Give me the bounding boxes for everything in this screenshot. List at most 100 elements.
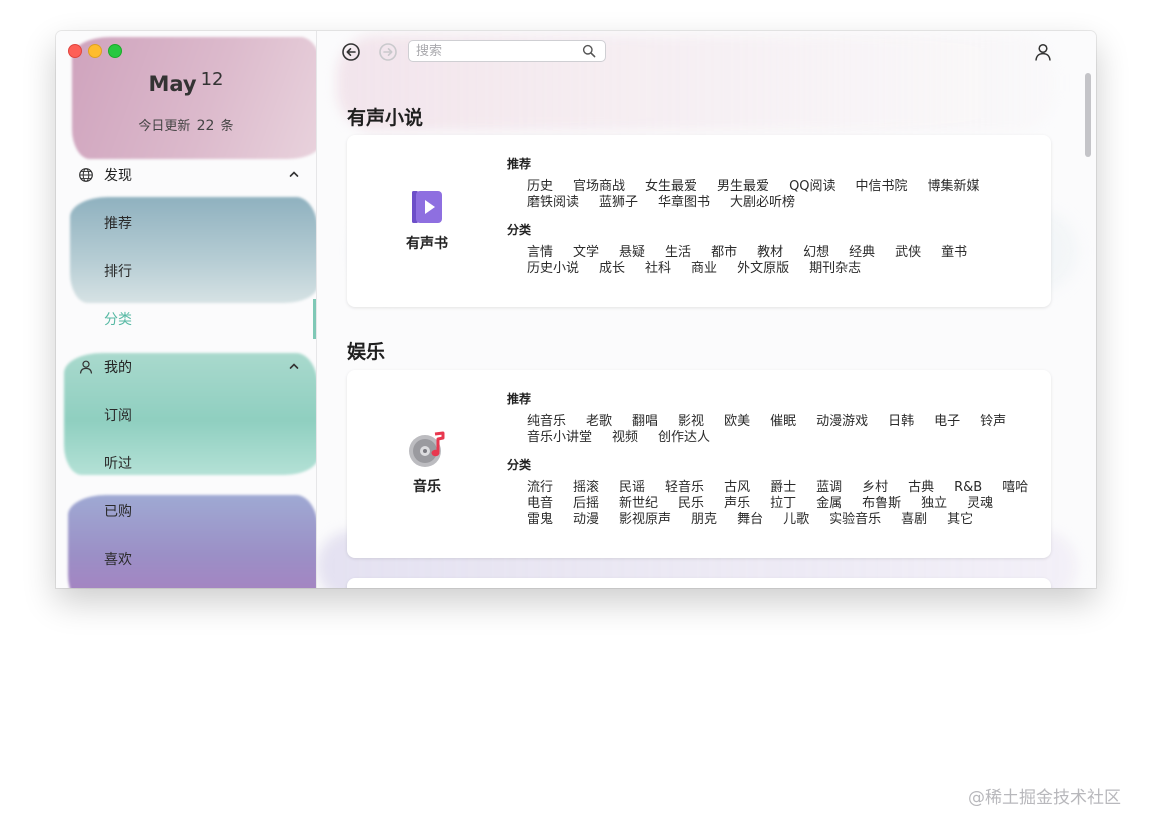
category-tag[interactable]: 实验音乐 [829,512,881,528]
user-icon[interactable] [1033,42,1053,62]
category-tag[interactable]: 影视原声 [619,512,671,528]
close-window-button[interactable] [68,44,82,58]
back-icon[interactable] [341,42,361,62]
app-window: May 12 今日更新 22 条 发现 推荐 排行 分类 我的 订阅 听过 已购… [56,31,1096,588]
category-tag[interactable]: 视频 [612,430,638,446]
vertical-scrollbar[interactable] [1082,73,1093,588]
category-tag[interactable]: 后摇 [573,496,599,512]
category-tag[interactable]: 灵魂 [967,496,993,512]
category-tag[interactable]: 古风 [724,480,750,496]
category-tag[interactable]: 雷鬼 [527,512,553,528]
category-tag[interactable]: 童书 [941,245,967,261]
category-tag[interactable]: 幻想 [803,245,829,261]
update-count: 22 [196,118,215,134]
sidebar-item-category[interactable]: 分类 [104,309,132,329]
category-tag[interactable]: 男生最爱 [717,179,769,195]
category-tag[interactable]: 日韩 [888,414,914,430]
category-tag[interactable]: 欧美 [724,414,750,430]
category-tag[interactable]: 期刊杂志 [809,261,861,277]
category-tag[interactable]: QQ阅读 [789,179,835,195]
search-input[interactable] [416,43,576,59]
category-tag[interactable]: 影视 [678,414,704,430]
category-tag[interactable]: 女生最爱 [645,179,697,195]
category-tag[interactable]: 博集新媒 [928,179,980,195]
sidebar-item-favorites[interactable]: 喜欢 [104,549,132,569]
category-tag[interactable]: 悬疑 [619,245,645,261]
category-tag[interactable]: 翻唱 [632,414,658,430]
search-icon[interactable] [582,44,596,58]
forward-icon[interactable] [378,42,398,62]
category-tag[interactable]: 乡村 [862,480,888,496]
subsection-title: 推荐 [507,392,532,406]
category-tag[interactable]: 电子 [934,414,960,430]
card-category-link[interactable]: 有声书 [387,187,467,253]
category-tag[interactable]: 电音 [527,496,553,512]
category-tag[interactable]: 武侠 [895,245,921,261]
sidebar-item-purchased[interactable]: 已购 [104,501,132,521]
category-tag[interactable]: 古典 [908,480,934,496]
category-tag[interactable]: 舞台 [737,512,763,528]
tag-row: 雷鬼 动漫 影视原声 朋克 舞台 儿歌 实验音乐 喜剧 其它 [527,512,993,528]
category-tag[interactable]: 喜剧 [901,512,927,528]
category-tag[interactable]: 轻音乐 [665,480,704,496]
category-tag[interactable]: 华章图书 [658,195,710,211]
category-tag[interactable]: 历史 [527,179,553,195]
category-tag[interactable]: 大剧必听榜 [730,195,795,211]
sidebar-item-subscribed[interactable]: 订阅 [104,405,132,425]
category-tag[interactable]: 经典 [849,245,875,261]
category-tag[interactable]: 民乐 [678,496,704,512]
category-tag[interactable]: 流行 [527,480,553,496]
category-tag[interactable]: 动漫 [573,512,599,528]
scrollbar-thumb[interactable] [1085,73,1091,157]
category-tag[interactable]: 成长 [599,261,625,277]
category-tag[interactable]: 教材 [757,245,783,261]
search-box[interactable] [408,40,606,62]
category-tag[interactable]: 声乐 [724,496,750,512]
category-tag[interactable]: 拉丁 [770,496,796,512]
category-tag[interactable]: 磨铁阅读 [527,195,579,211]
sidebar: May 12 今日更新 22 条 发现 推荐 排行 分类 我的 订阅 听过 已购… [56,31,316,588]
category-tag[interactable]: 生活 [665,245,691,261]
category-tag[interactable]: 摇滚 [573,480,599,496]
category-tag[interactable]: 中信书院 [856,179,908,195]
category-tag[interactable]: 金属 [816,496,842,512]
category-tag[interactable]: 文学 [573,245,599,261]
category-tag[interactable]: 社科 [645,261,671,277]
sidebar-item-ranking[interactable]: 排行 [104,261,132,281]
category-tag[interactable]: 爵士 [770,480,796,496]
category-tag[interactable]: 纯音乐 [527,414,566,430]
card-category-link[interactable]: 音乐 [387,430,467,496]
category-tag[interactable]: 催眠 [770,414,796,430]
maximize-window-button[interactable] [108,44,122,58]
category-tag[interactable]: R&B [954,480,982,496]
category-tag[interactable]: 独立 [921,496,947,512]
category-tag[interactable]: 历史小说 [527,261,579,277]
category-tag[interactable]: 其它 [947,512,973,528]
tag-row: 音乐小讲堂 视频 创作达人 [527,430,730,446]
minimize-window-button[interactable] [88,44,102,58]
category-tag[interactable]: 蓝狮子 [599,195,638,211]
category-tag[interactable]: 官场商战 [573,179,625,195]
category-tag[interactable]: 新世纪 [619,496,658,512]
category-tag[interactable]: 老歌 [586,414,612,430]
category-tag[interactable]: 铃声 [980,414,1006,430]
category-tag[interactable]: 民谣 [619,480,645,496]
sidebar-item-recommend[interactable]: 推荐 [104,213,132,233]
category-tag[interactable]: 外文原版 [737,261,789,277]
category-tag[interactable]: 动漫游戏 [816,414,868,430]
category-tag[interactable]: 嘻哈 [1002,480,1028,496]
category-tag[interactable]: 言情 [527,245,553,261]
category-tag[interactable]: 朋克 [691,512,717,528]
category-tag[interactable]: 商业 [691,261,717,277]
sidebar-group-mine[interactable]: 我的 [78,357,300,377]
category-tag[interactable]: 蓝调 [816,480,842,496]
sidebar-item-history[interactable]: 听过 [104,453,132,473]
category-tag[interactable]: 儿歌 [783,512,809,528]
category-tag[interactable]: 音乐小讲堂 [527,430,592,446]
category-tag[interactable]: 都市 [711,245,737,261]
category-tag[interactable]: 布鲁斯 [862,496,901,512]
chevron-up-icon[interactable] [288,168,300,180]
sidebar-group-discover[interactable]: 发现 [78,165,300,185]
chevron-up-icon[interactable] [288,360,300,372]
category-tag[interactable]: 创作达人 [658,430,710,446]
